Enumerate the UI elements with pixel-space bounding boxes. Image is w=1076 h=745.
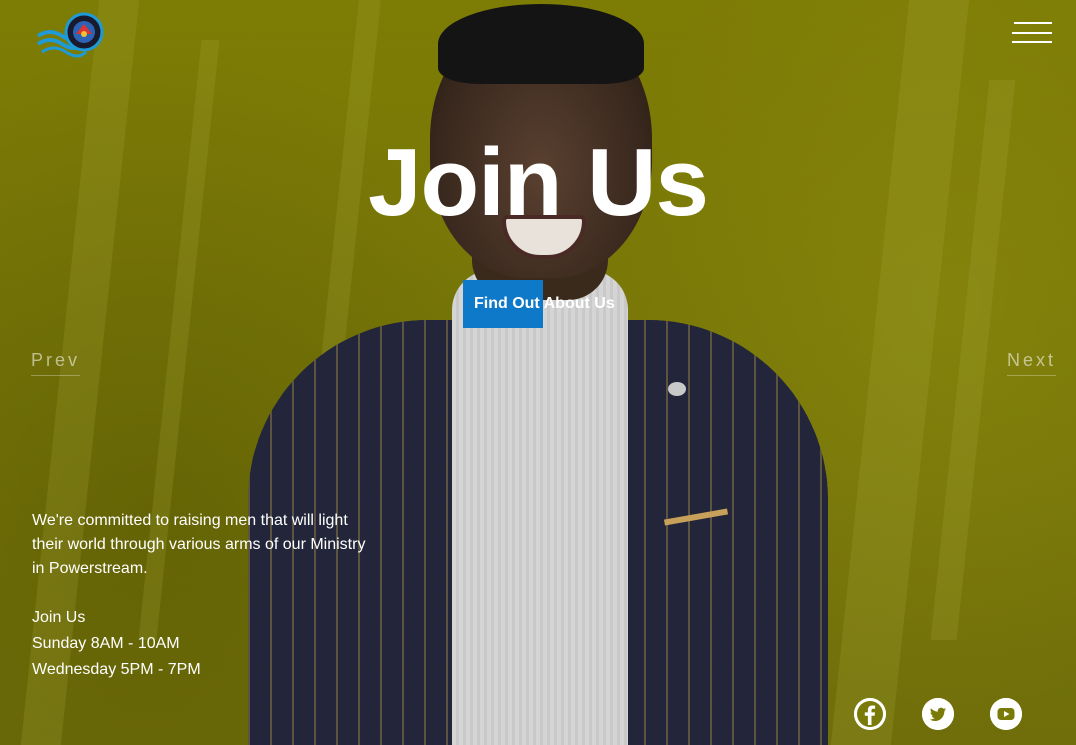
cta-label: Find Out About Us bbox=[474, 295, 615, 312]
youtube-icon[interactable] bbox=[990, 698, 1022, 730]
intro-text: We're committed to raising men that will… bbox=[32, 512, 366, 577]
twitter-icon[interactable] bbox=[922, 698, 954, 730]
schedule-item: Wednesday 5PM - 7PM bbox=[32, 661, 201, 678]
prev-slide-button[interactable]: Prev bbox=[31, 350, 81, 376]
next-slide-button[interactable]: Next bbox=[1006, 350, 1056, 376]
service-schedule: Join Us Sunday 8AM - 10AM Wednesday 5PM … bbox=[32, 605, 201, 683]
facebook-icon[interactable] bbox=[854, 698, 886, 730]
hero-person-image bbox=[240, 0, 840, 745]
site-logo[interactable] bbox=[36, 12, 108, 60]
schedule-item: Sunday 8AM - 10AM bbox=[32, 635, 180, 652]
find-out-about-us-button[interactable]: Find Out About Us bbox=[463, 280, 615, 328]
hero-title: Join Us bbox=[368, 129, 709, 236]
hamburger-menu-icon[interactable] bbox=[1012, 20, 1056, 46]
schedule-title: Join Us bbox=[32, 609, 86, 626]
